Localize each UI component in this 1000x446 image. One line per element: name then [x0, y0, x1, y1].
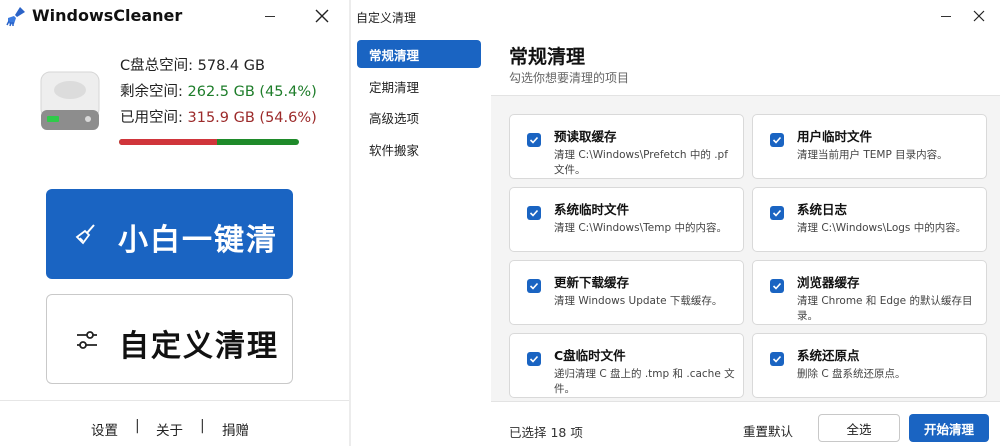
disk-usage-bar — [119, 139, 299, 145]
option-title: 预读取缓存 — [554, 129, 617, 144]
clean-option-card[interactable]: 浏览器缓存 清理 Chrome 和 Edge 的默认缓存目录。 — [752, 260, 987, 325]
checkbox[interactable] — [770, 206, 784, 220]
minimize-icon — [941, 15, 951, 17]
checkmark-icon — [529, 136, 539, 144]
option-description: 清理 C:\Windows\Temp 中的内容。 — [554, 222, 727, 234]
main-window: WindowsCleaner C盘总空间: 578.4 GB 剩余空间: 262… — [0, 0, 349, 446]
footer-divider — [0, 400, 349, 401]
custom-clean-window: 自定义清理 常规清理 定期清理 高级选项 软件搬家 常规清理 勾选你想要清理的项… — [351, 0, 1000, 446]
minimize-button[interactable] — [258, 4, 282, 28]
clean-option-card[interactable]: 系统还原点 删除 C 盘系统还原点。 — [752, 333, 987, 398]
hard-drive-icon — [40, 71, 100, 130]
custom-clean-label: 自定义清理 — [119, 329, 279, 364]
checkmark-icon — [529, 282, 539, 290]
minimize-button[interactable] — [934, 4, 958, 28]
section-subtitle: 勾选你想要清理的项目 — [509, 71, 630, 85]
custom-clean-button[interactable]: 自定义清理 — [46, 294, 293, 384]
option-title: 用户临时文件 — [797, 129, 873, 144]
content-panel: 常规清理 勾选你想要清理的项目 预读取缓存 清理 C:\Windows\Pref… — [491, 32, 1000, 401]
checkbox[interactable] — [527, 133, 541, 147]
settings-link[interactable]: 设置 — [91, 419, 118, 439]
minimize-icon — [265, 15, 275, 17]
total-space-stat: C盘总空间: 578.4 GB — [120, 54, 265, 75]
section-title: 常规清理 — [509, 46, 586, 68]
main-titlebar: WindowsCleaner — [0, 0, 349, 32]
used-space-value: 315.9 GB (54.6%) — [187, 110, 317, 126]
option-title: 系统日志 — [797, 202, 848, 217]
nav-item-label: 定期清理 — [369, 79, 420, 95]
footer-separator: | — [200, 418, 205, 434]
checkmark-icon — [772, 355, 782, 363]
donate-link[interactable]: 捐赠 — [222, 419, 249, 439]
footer-separator: | — [135, 418, 140, 434]
close-button[interactable] — [967, 4, 991, 28]
checkmark-icon — [529, 209, 539, 217]
one-click-clean-label: 小白一键清 — [118, 223, 278, 258]
option-description: 清理 Windows Update 下载缓存。 — [554, 295, 723, 307]
clean-option-card[interactable]: 用户临时文件 清理当前用户 TEMP 目录内容。 — [752, 114, 987, 179]
nav-item-move-software[interactable]: 软件搬家 — [357, 135, 481, 163]
total-space-label: C盘总空间: — [120, 58, 198, 74]
close-icon — [315, 9, 329, 23]
option-description: 清理 Chrome 和 Edge 的默认缓存目录。 — [797, 295, 973, 322]
option-description: 清理 C:\Windows\Logs 中的内容。 — [797, 222, 967, 234]
action-bar: 已选择 18 项 重置默认 全选 开始清理 — [491, 401, 1000, 446]
window-title: 自定义清理 — [356, 11, 417, 25]
option-title: 系统还原点 — [797, 348, 860, 363]
select-all-label: 全选 — [846, 421, 872, 437]
free-space-stat: 剩余空间: 262.5 GB (45.4%) — [120, 80, 317, 101]
selected-count: 已选择 18 项 — [509, 425, 583, 440]
broom-icon — [6, 7, 25, 27]
clean-option-card[interactable]: 预读取缓存 清理 C:\Windows\Prefetch 中的 .pf 文件。 — [509, 114, 744, 179]
total-space-value: 578.4 GB — [197, 58, 265, 74]
start-clean-label: 开始清理 — [923, 421, 974, 437]
app-title: WindowsCleaner — [32, 6, 183, 25]
nav-item-label: 常规清理 — [369, 47, 420, 63]
start-clean-button[interactable]: 开始清理 — [909, 414, 989, 442]
nav-item-advanced-options[interactable]: 高级选项 — [357, 103, 481, 131]
checkbox[interactable] — [770, 352, 784, 366]
option-description: 清理 C:\Windows\Prefetch 中的 .pf 文件。 — [554, 149, 728, 176]
checkmark-icon — [772, 282, 782, 290]
option-title: 更新下载缓存 — [554, 275, 630, 290]
one-click-clean-button[interactable]: 小白一键清 — [46, 189, 293, 279]
used-space-label: 已用空间: — [120, 110, 188, 126]
disk-usage-fill — [119, 139, 218, 145]
sidebar-nav: 常规清理 定期清理 高级选项 软件搬家 — [351, 32, 491, 401]
nav-item-label: 软件搬家 — [369, 142, 420, 158]
checkbox[interactable] — [770, 279, 784, 293]
nav-item-regular-clean[interactable]: 常规清理 — [357, 40, 481, 68]
checkmark-icon — [772, 136, 782, 144]
free-space-label: 剩余空间: — [120, 84, 188, 100]
select-all-button[interactable]: 全选 — [818, 414, 900, 442]
option-description: 递归清理 C 盘上的 .tmp 和 .cache 文件。 — [554, 368, 735, 395]
content-header: 常规清理 勾选你想要清理的项目 — [491, 32, 1000, 96]
clean-option-card[interactable]: 更新下载缓存 清理 Windows Update 下载缓存。 — [509, 260, 744, 325]
close-button[interactable] — [310, 4, 334, 28]
clean-option-card[interactable]: C盘临时文件 递归清理 C 盘上的 .tmp 和 .cache 文件。 — [509, 333, 744, 398]
option-title: 浏览器缓存 — [797, 275, 860, 290]
sliders-icon — [77, 331, 97, 349]
free-space-value: 262.5 GB (45.4%) — [187, 84, 317, 100]
checkbox[interactable] — [770, 133, 784, 147]
checkbox[interactable] — [527, 352, 541, 366]
close-icon — [973, 10, 985, 22]
option-title: C盘临时文件 — [554, 348, 626, 363]
option-description: 清理当前用户 TEMP 目录内容。 — [797, 149, 948, 161]
checkbox[interactable] — [527, 206, 541, 220]
checkmark-icon — [772, 209, 782, 217]
nav-item-scheduled-clean[interactable]: 定期清理 — [357, 72, 481, 100]
clean-option-card[interactable]: 系统临时文件 清理 C:\Windows\Temp 中的内容。 — [509, 187, 744, 252]
used-space-stat: 已用空间: 315.9 GB (54.6%) — [120, 106, 317, 127]
about-link[interactable]: 关于 — [156, 419, 183, 439]
option-description: 删除 C 盘系统还原点。 — [797, 368, 906, 380]
nav-item-label: 高级选项 — [369, 110, 420, 126]
option-title: 系统临时文件 — [554, 202, 630, 217]
reset-default-button[interactable]: 重置默认 — [743, 421, 793, 440]
clean-option-card[interactable]: 系统日志 清理 C:\Windows\Logs 中的内容。 — [752, 187, 987, 252]
checkmark-icon — [529, 355, 539, 363]
checkbox[interactable] — [527, 279, 541, 293]
broom-icon — [75, 224, 95, 245]
screen: WindowsCleaner C盘总空间: 578.4 GB 剩余空间: 262… — [0, 0, 1000, 446]
